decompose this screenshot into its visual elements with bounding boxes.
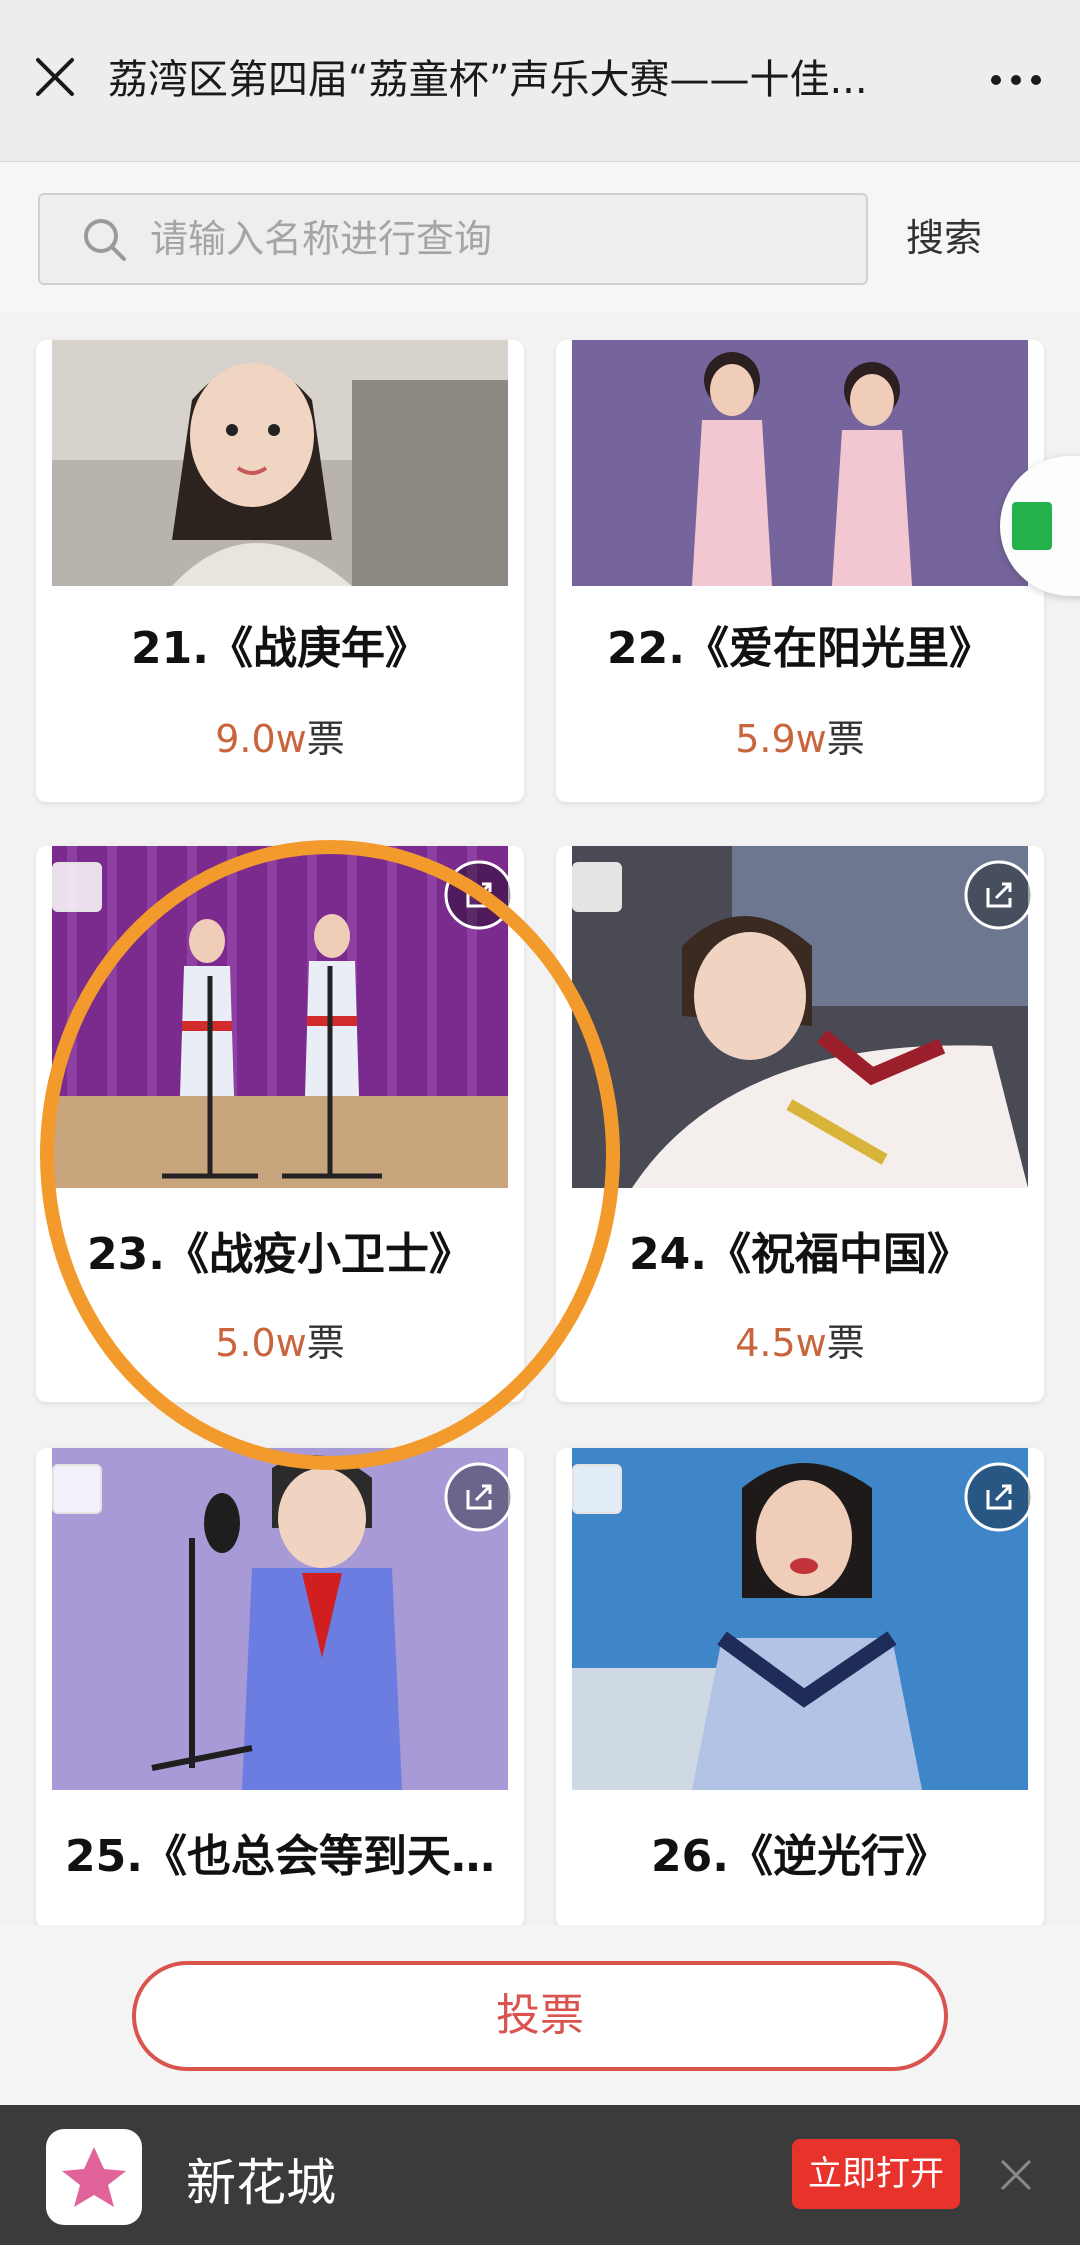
vote-unit: 票 [826,1321,865,1365]
vote-button[interactable]: 投票 [132,1961,948,2071]
entry-title: 25.《也总会等到天… [65,1831,495,1882]
highlight-circle [40,840,620,1470]
share-icon[interactable] [964,1462,1034,1532]
vote-count: 9.0w [215,717,307,761]
vote-unit: 票 [826,717,865,761]
more-icon[interactable] [986,60,1046,100]
open-app-button[interactable]: 立即打开 [792,2139,960,2209]
entry-photo [572,340,1028,586]
search-field[interactable] [38,193,868,285]
app-logo [46,2129,142,2225]
share-icon[interactable] [964,860,1034,930]
vote-unit: 票 [306,717,345,761]
entry-photo [52,1448,508,1790]
select-checkbox[interactable] [572,862,622,912]
entry-title: 22.《爱在阳光里》 [607,623,993,674]
search-button[interactable]: 搜索 [906,207,982,262]
select-checkbox[interactable] [52,1464,102,1514]
app-banner: 新花城 立即打开 [0,2105,1080,2245]
entry-title: 21.《战庚年》 [131,623,429,674]
entry-card[interactable]: 25.《也总会等到天… [36,1448,524,1928]
select-checkbox[interactable] [572,1464,622,1514]
search-icon [80,215,130,265]
note-icon [1012,502,1052,550]
entry-title: 24.《祝福中国》 [629,1229,971,1280]
entry-card[interactable]: 24.《祝福中国》 4.5w票 [556,846,1044,1402]
entry-votes: 5.9w票 [556,708,1044,763]
share-icon[interactable] [444,1462,514,1532]
close-icon[interactable] [30,52,80,102]
entry-card[interactable]: 21.《战庚年》 9.0w票 [36,340,524,802]
search-input[interactable] [150,209,850,269]
close-banner-icon[interactable] [996,2155,1036,2195]
entry-card[interactable]: 26.《逆光行》 [556,1448,1044,1928]
select-checkbox[interactable] [52,862,102,912]
entry-card[interactable]: 22.《爱在阳光里》 5.9w票 [556,340,1044,802]
entry-votes: 4.5w票 [556,1312,1044,1367]
entry-votes: 9.0w票 [36,708,524,763]
entry-photo [52,340,508,586]
entry-photo [572,846,1028,1188]
vote-bar: 投票 [0,1925,1080,2105]
app-name: 新花城 [186,2154,336,2212]
vote-count: 5.9w [735,717,827,761]
vote-count: 4.5w [735,1321,827,1365]
entry-title: 26.《逆光行》 [651,1831,949,1882]
search-bar: 搜索 [0,163,1080,313]
entry-photo [572,1448,1028,1790]
page-title: 荔湾区第四届“荔童杯”声乐大赛——十佳... [108,57,868,103]
top-bar: 荔湾区第四届“荔童杯”声乐大赛——十佳... [0,0,1080,162]
